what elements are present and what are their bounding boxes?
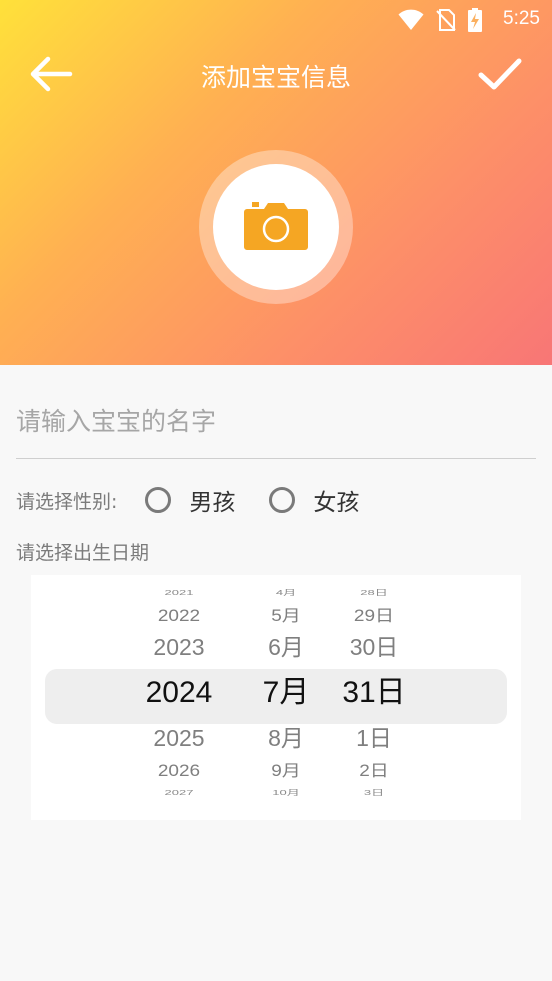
year-item: 2022: [157, 607, 201, 625]
day-item: 3日: [363, 788, 385, 797]
radio-circle-icon: [145, 487, 172, 513]
birth-date-label: 请选择出生日期: [16, 542, 150, 564]
month-wheel[interactable]: 4月 5月 6月 7月 8月 9月 10月: [246, 575, 326, 820]
month-item: 8月: [268, 725, 304, 751]
radio-circle-icon: [269, 487, 296, 513]
month-item: 5月: [271, 607, 301, 625]
baby-name-input[interactable]: [16, 385, 536, 459]
checkmark-icon: [478, 58, 522, 90]
gender-option-label: 男孩: [189, 490, 236, 516]
status-time: 5:25: [503, 8, 540, 29]
avatar-ring: [199, 150, 353, 304]
wifi-icon: [398, 9, 424, 30]
year-item: 2025: [153, 725, 205, 751]
year-item: 2021: [164, 588, 194, 597]
no-sim-icon: [436, 9, 456, 31]
year-item: 2027: [164, 788, 194, 797]
month-item: 6月: [268, 634, 304, 660]
gender-option-label: 女孩: [313, 490, 360, 516]
gender-radio-girl[interactable]: 女孩: [269, 483, 359, 517]
day-wheel[interactable]: 28日 29日 30日 31日 1日 2日 3日: [329, 575, 419, 820]
day-item: 28日: [360, 588, 388, 597]
year-item-selected: 2024: [145, 676, 213, 709]
day-item: 29日: [353, 607, 395, 625]
birth-date-picker: 2021 2022 2023 2024 2025 2026 2027 4月 5月…: [31, 575, 521, 820]
day-item-selected: 31日: [342, 676, 406, 709]
month-item-selected: 7月: [262, 676, 310, 709]
toolbar: 添加宝宝信息: [0, 38, 552, 110]
year-item: 2026: [157, 762, 201, 780]
month-item: 9月: [271, 762, 301, 780]
day-item: 1日: [356, 725, 392, 751]
month-item: 4月: [275, 588, 297, 597]
avatar-upload-button[interactable]: [213, 164, 339, 290]
status-icons: [398, 8, 482, 32]
battery-charging-icon: [468, 8, 482, 32]
status-bar: 5:25: [0, 0, 552, 38]
page-title: 添加宝宝信息: [200, 63, 351, 92]
gender-label: 请选择性别:: [16, 490, 118, 513]
day-item: 30日: [349, 634, 399, 660]
month-item: 10月: [272, 788, 300, 797]
year-item: 2023: [153, 634, 205, 660]
gender-radio-boy[interactable]: 男孩: [145, 483, 235, 517]
header-banner: 5:25 添加宝宝信息: [0, 0, 552, 365]
confirm-button[interactable]: [476, 52, 524, 96]
day-item: 2日: [359, 762, 389, 780]
year-wheel[interactable]: 2021 2022 2023 2024 2025 2026 2027: [129, 575, 229, 820]
gender-row: 请选择性别: 男孩 女孩: [16, 480, 359, 520]
camera-icon: [244, 202, 308, 250]
